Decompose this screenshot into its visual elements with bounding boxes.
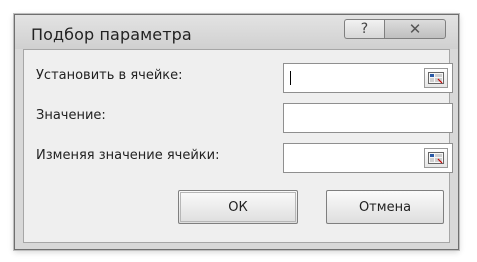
set-cell-input[interactable] bbox=[283, 63, 453, 93]
close-icon: ✕ bbox=[408, 19, 422, 38]
changing-cell-input[interactable] bbox=[283, 143, 453, 173]
value-input[interactable] bbox=[283, 103, 453, 133]
goal-seek-dialog: Подбор параметра ? ✕ Установить в ячейке… bbox=[14, 14, 459, 250]
dialog-title: Подбор параметра bbox=[31, 25, 192, 44]
cancel-button[interactable]: Отмена bbox=[326, 190, 444, 224]
changing-cell-label: Изменяя значение ячейки: bbox=[36, 148, 220, 163]
dialog-body: Установить в ячейке: Значение: Изменяя з… bbox=[23, 49, 453, 243]
text-caret bbox=[290, 71, 291, 85]
changing-cell-row: Изменяя значение ячейки: bbox=[24, 140, 453, 173]
range-picker-icon bbox=[428, 152, 444, 164]
ok-button[interactable]: ОК bbox=[178, 190, 298, 224]
title-bar: Подбор параметра ? ✕ bbox=[15, 15, 458, 49]
dialog-buttons: ОК Отмена bbox=[24, 190, 449, 230]
title-bar-buttons: ? ✕ bbox=[344, 19, 446, 39]
close-button[interactable]: ✕ bbox=[384, 19, 446, 39]
set-cell-range-picker-button[interactable] bbox=[424, 68, 448, 88]
range-picker-icon bbox=[428, 72, 444, 84]
help-icon: ? bbox=[360, 21, 369, 37]
value-label: Значение: bbox=[36, 108, 106, 123]
set-cell-row: Установить в ячейке: bbox=[24, 60, 453, 93]
set-cell-label: Установить в ячейке: bbox=[36, 68, 183, 83]
changing-cell-range-picker-button[interactable] bbox=[424, 148, 448, 168]
help-button[interactable]: ? bbox=[344, 19, 384, 39]
value-row: Значение: bbox=[24, 100, 453, 133]
